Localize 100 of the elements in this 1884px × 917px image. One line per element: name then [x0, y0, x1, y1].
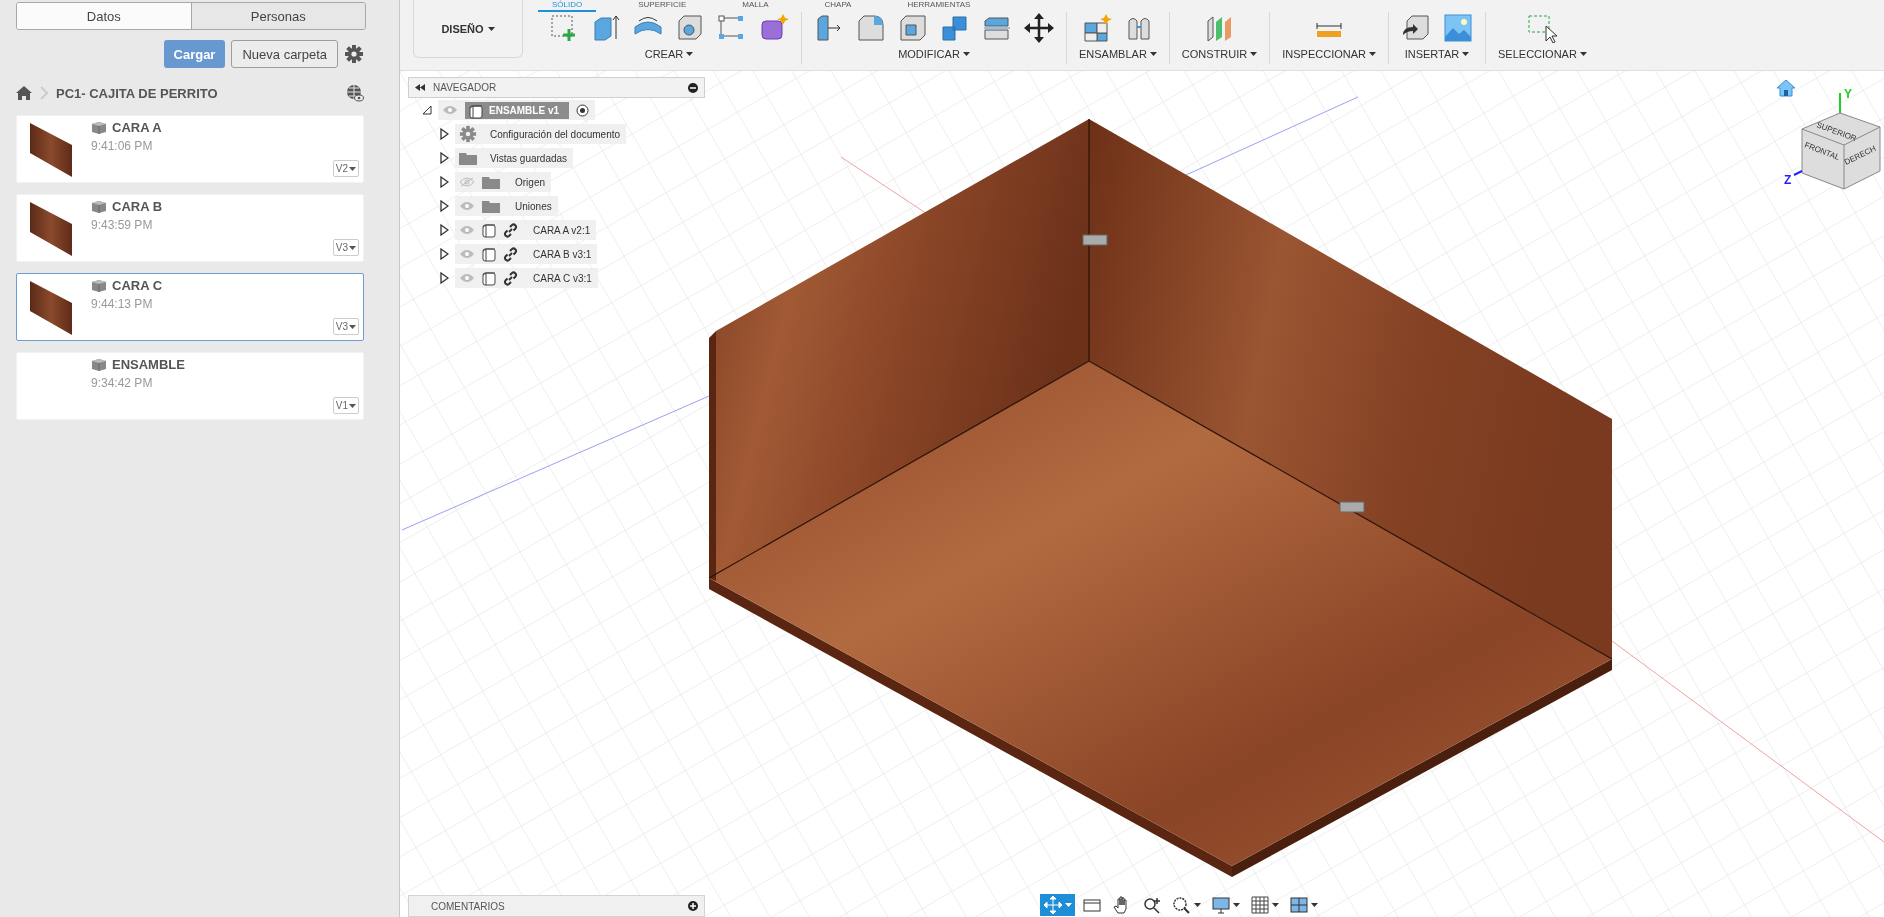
expand-triangle-icon[interactable] — [440, 224, 449, 236]
caret-icon — [1311, 903, 1318, 907]
cube-icon — [91, 120, 107, 135]
link-icon — [503, 270, 518, 286]
combine-boxes-icon[interactable] — [940, 13, 970, 43]
version-dropdown[interactable]: V2 — [332, 160, 359, 177]
orbit-arrows-icon — [1043, 895, 1063, 915]
fillet-box-icon[interactable] — [856, 13, 886, 43]
component-icon — [482, 270, 496, 286]
tool-group-menu[interactable]: INSPECCIONAR — [1282, 48, 1376, 60]
expand-triangle-icon[interactable] — [440, 272, 449, 284]
caret-icon — [1250, 52, 1258, 56]
caret-icon — [349, 403, 356, 408]
file-time: 9:43:59 PM — [91, 218, 154, 232]
caret-icon — [349, 324, 356, 329]
component-icon — [482, 246, 496, 262]
cube-star-icon[interactable] — [759, 13, 789, 43]
version-dropdown[interactable]: V1 — [332, 397, 359, 414]
cube-icon — [91, 278, 107, 293]
selection-cursor-icon[interactable] — [1527, 13, 1558, 43]
chevron-right-icon — [40, 86, 48, 100]
zoom-fit-icon — [1172, 895, 1192, 915]
panel-tab[interactable]: Datos — [17, 3, 191, 29]
link-icon — [503, 246, 518, 262]
caret-icon — [1462, 52, 1470, 56]
cube-icon — [91, 357, 107, 372]
caret-icon — [349, 166, 356, 171]
caret-icon — [962, 52, 970, 56]
tool-group-menu[interactable]: ENSAMBLAR — [1079, 48, 1157, 60]
shell-box-icon[interactable] — [898, 13, 928, 43]
project-breadcrumb[interactable]: PC1- CAJITA DE PERRITO — [56, 85, 338, 101]
caret-icon — [487, 26, 495, 31]
radio-target-icon[interactable] — [576, 103, 589, 117]
panel-tab[interactable]: Personas — [190, 3, 365, 29]
file-name: CARA B — [112, 199, 163, 214]
tool-group-menu[interactable]: CONSTRUIR — [1181, 48, 1258, 60]
picture-icon[interactable] — [1443, 13, 1473, 43]
caret-icon — [1233, 903, 1240, 907]
home-view-icon[interactable] — [1776, 79, 1796, 97]
navigator-title: NAVEGADOR — [433, 82, 498, 93]
caret-icon — [349, 245, 356, 250]
new-component-icon[interactable] — [1081, 13, 1112, 43]
file-card[interactable]: CARA B 9:43:59 PM V3 — [16, 194, 364, 262]
file-time: 9:41:06 PM — [91, 139, 154, 153]
four-panes-icon — [1289, 895, 1309, 915]
version-dropdown[interactable]: V3 — [332, 318, 359, 335]
hollow-box-icon[interactable] — [675, 13, 705, 43]
caret-icon — [1369, 52, 1376, 56]
new-folder-button[interactable]: Nueva carpeta — [231, 40, 338, 68]
caret-icon — [1065, 903, 1072, 907]
toolbar-tab[interactable]: SUPERFICIE — [624, 0, 701, 12]
box-arrow-icon[interactable] — [591, 13, 621, 43]
tool-group-menu[interactable]: CREAR — [644, 48, 694, 60]
collapse-arrows-icon[interactable] — [415, 84, 425, 91]
tool-group-menu[interactable]: MODIFICAR — [898, 48, 970, 60]
insert-box-icon[interactable] — [1401, 13, 1431, 43]
grid-icon — [1250, 895, 1270, 915]
browser-node-label[interactable]: Origen — [515, 176, 545, 188]
folder-icon — [482, 199, 500, 213]
expand-triangle-icon[interactable] — [440, 176, 449, 188]
add-icon[interactable] — [688, 901, 698, 911]
caret-icon — [1149, 52, 1157, 56]
expand-triangle-icon[interactable] — [440, 248, 449, 260]
file-name: CARA C — [112, 278, 163, 293]
collapse-triangle-icon[interactable] — [422, 105, 432, 115]
toolbar-tab[interactable]: HERRAMIENTAS — [893, 0, 985, 12]
cube-icon — [91, 199, 107, 214]
expand-triangle-icon[interactable] — [440, 200, 449, 212]
comments-title: COMENTARIOS — [431, 900, 506, 912]
settings-icon[interactable] — [344, 44, 364, 64]
caret-icon — [1272, 903, 1279, 907]
monitor-icon — [1211, 895, 1231, 915]
file-time: 9:34:42 PM — [91, 376, 154, 390]
settings-icon[interactable] — [459, 125, 477, 143]
expand-triangle-icon[interactable] — [440, 128, 449, 140]
caret-icon — [1579, 52, 1587, 56]
file-name: ENSAMBLE — [112, 357, 185, 372]
tool-group-menu[interactable]: INSERTAR — [1404, 48, 1470, 60]
caret-icon — [1194, 903, 1201, 907]
globe-eye-icon[interactable] — [346, 84, 364, 102]
minimize-icon[interactable] — [688, 82, 698, 93]
caret-icon — [686, 52, 694, 56]
file-time: 9:44:13 PM — [91, 297, 154, 311]
expand-triangle-icon[interactable] — [440, 152, 449, 164]
folder-icon — [482, 175, 500, 189]
move-arrows-icon[interactable] — [1024, 13, 1054, 43]
toolbar-tab[interactable]: MALLA — [728, 0, 783, 12]
tool-group-menu[interactable]: SELECCIONAR — [1498, 48, 1587, 60]
toolbar-tab[interactable]: CHAPA — [810, 0, 866, 12]
version-dropdown[interactable]: V3 — [332, 239, 359, 256]
zoom-plus-icon — [1142, 895, 1162, 915]
file-card[interactable]: CARA A 9:41:06 PM V2 — [16, 115, 364, 183]
file-card[interactable]: CARA C 9:44:13 PM V3 — [16, 273, 364, 341]
component-icon — [482, 222, 496, 238]
file-card[interactable]: ENSAMBLE 9:34:42 PM V1 — [16, 352, 364, 420]
link-icon — [503, 222, 518, 238]
folder-icon — [459, 151, 477, 165]
home-icon[interactable] — [16, 86, 32, 100]
component-icon — [469, 103, 483, 119]
workspace-dropdown[interactable]: DISEÑO — [413, 0, 523, 58]
